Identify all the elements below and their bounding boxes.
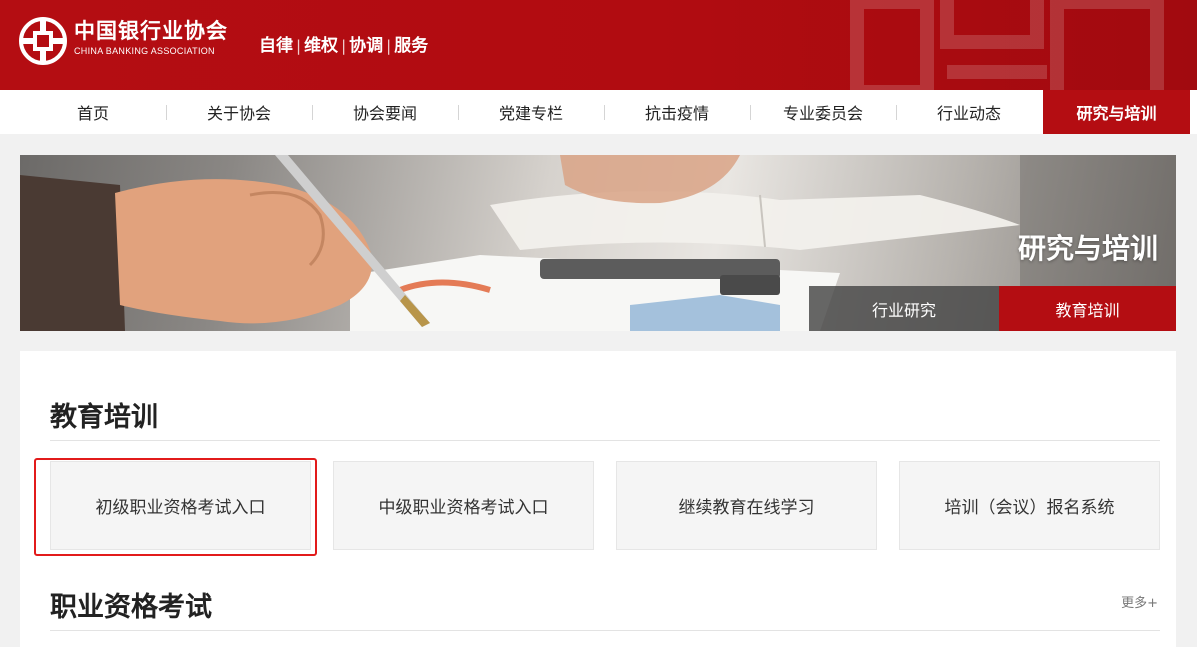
site-header: 中国银行业协会 CHINA BANKING ASSOCIATION 自律 | 维权 |… <box>0 0 1197 90</box>
slogan-word: 协调 <box>349 36 384 56</box>
cba-logo-icon[interactable] <box>19 17 67 65</box>
section-title-education: 教育培训 <box>50 402 158 433</box>
subtab-industry-research[interactable]: 行业研究 <box>809 286 999 331</box>
section-divider <box>50 440 1160 441</box>
more-link[interactable]: 更多+ <box>1121 592 1158 611</box>
slogan-separator: | <box>341 37 347 55</box>
subtab-education-training[interactable]: 教育培训 <box>999 286 1176 331</box>
nav-item-committees[interactable]: 专业委员会 <box>750 90 896 134</box>
nav-item-home[interactable]: 首页 <box>20 90 166 134</box>
logo-chinese-name[interactable]: 中国银行业协会 <box>74 18 228 44</box>
nav-item-news[interactable]: 协会要闻 <box>312 90 458 134</box>
page-banner: 研究与培训 行业研究 教育培训 <box>20 155 1176 331</box>
section-divider <box>50 630 1160 631</box>
nav-item-epidemic[interactable]: 抗击疫情 <box>604 90 750 134</box>
nav-item-party[interactable]: 党建专栏 <box>458 90 604 134</box>
nav-item-about[interactable]: 关于协会 <box>166 90 312 134</box>
entry-continuing-education[interactable]: 继续教育在线学习 <box>616 461 877 550</box>
slogan-word: 自律 <box>259 36 293 56</box>
slogan-word: 维权 <box>304 36 339 56</box>
logo-english-name: CHINA BANKING ASSOCIATION <box>74 46 215 56</box>
nav-item-research-training[interactable]: 研究与培训 <box>1043 90 1190 134</box>
header-watermark-decoration <box>850 0 1164 90</box>
main-nav: 首页 关于协会 协会要闻 党建专栏 抗击疫情 专业委员会 行业动态 研究与培训 <box>0 90 1197 134</box>
banner-title: 研究与培训 <box>1017 232 1158 265</box>
entry-training-registration[interactable]: 培训（会议）报名系统 <box>899 461 1160 550</box>
slogan-separator: | <box>296 37 302 55</box>
nav-item-industry[interactable]: 行业动态 <box>896 90 1042 134</box>
section-title-qualification: 职业资格考试 <box>50 592 212 623</box>
entry-intermediate-exam[interactable]: 中级职业资格考试入口 <box>333 461 594 550</box>
header-slogan: 自律 | 维权 | 协调 | 服务 <box>259 35 428 57</box>
highlight-box <box>34 458 317 556</box>
content-panel: 教育培训 初级职业资格考试入口 中级职业资格考试入口 继续教育在线学习 培训（会… <box>20 351 1176 647</box>
slogan-word: 服务 <box>394 36 429 56</box>
slogan-separator: | <box>386 37 392 55</box>
